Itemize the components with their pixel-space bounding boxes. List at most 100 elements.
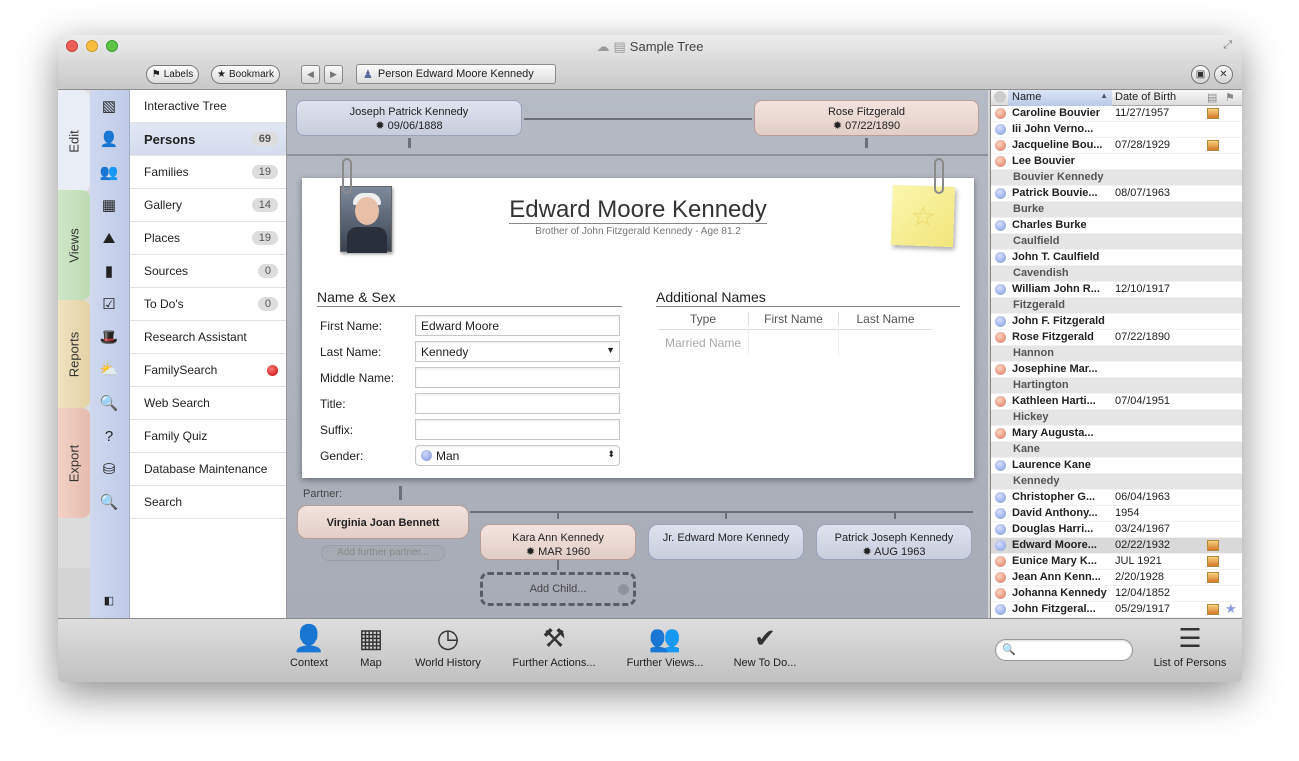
list-item[interactable]: Josephine Mar... [991,362,1242,378]
list-item[interactable]: Douglas Harri... 03/24/1967 [991,522,1242,538]
web-search-icon[interactable]: 🔍 [98,393,120,413]
list-item[interactable]: John T. Caulfield [991,250,1242,266]
sources-icon[interactable]: ▮ [98,261,120,281]
list-of-persons-button[interactable]: ☰ List of Persons [1148,623,1232,669]
list-group-header[interactable]: Hannon [991,346,1242,362]
list-item[interactable]: Rose Fitzgerald 07/22/1890 [991,330,1242,346]
list-item[interactable]: John F. Fitzgerald [991,314,1242,330]
familysearch-icon[interactable]: ⛅ [98,360,120,380]
sidebar-item-places[interactable]: Places 19 [130,222,286,255]
list-item[interactable]: Iii John Verno... [991,122,1242,138]
labels-button[interactable]: ⚑ Labels [146,65,199,84]
column-date-of-birth[interactable]: Date of Birth [1115,91,1176,103]
list-group-header[interactable]: Hickey [991,410,1242,426]
gallery-icon[interactable]: ▦ [98,195,120,215]
sidebar-item-familysearch[interactable]: FamilySearch [130,354,286,387]
sidebar-item-sources[interactable]: Sources 0 [130,255,286,288]
search-input[interactable]: 🔍 [995,639,1133,661]
research-icon[interactable]: 🎩 [98,327,120,347]
map-button[interactable]: ▦ Map [351,623,391,669]
persons-icon[interactable]: 👤 [98,129,120,149]
tab-export[interactable]: Export [58,408,90,518]
middle-name-field[interactable] [415,367,620,388]
quiz-icon[interactable]: ? [98,426,120,446]
list-group-header[interactable]: Fitzgerald [991,298,1242,314]
sidebar-item-persons[interactable]: Persons 69 [130,123,286,156]
further-actions-button[interactable]: ⚒ Further Actions... [504,623,604,669]
title-field[interactable] [415,393,620,414]
fullscreen-icon[interactable]: ⤢ [1223,39,1232,52]
todo-icon[interactable]: ☑ [98,294,120,314]
mother-card[interactable]: Rose Fitzgerald ✹ 07/22/1890 [754,100,979,136]
tab-reports[interactable]: Reports [58,300,90,408]
list-item[interactable]: Kathleen Harti... 07/04/1951 [991,394,1242,410]
list-item[interactable]: Lee Bouvier [991,154,1242,170]
sidebar-item-research-assistant[interactable]: Research Assistant [130,321,286,354]
column-name[interactable]: Name ▲ [1008,90,1112,106]
column-first-name[interactable]: First Name [748,312,838,326]
gender-select[interactable]: Man ⬍ [415,445,620,466]
bookmark-button[interactable]: ★ Bookmark [211,65,280,84]
forward-button[interactable]: ▶ [324,65,343,84]
chevron-down-icon[interactable]: ▼ [606,345,615,355]
list-item[interactable]: Mary Augusta... [991,426,1242,442]
list-group-header[interactable]: Kennedy [991,474,1242,490]
toggle-panel-button[interactable]: ▣ [1191,65,1210,84]
list-group-header[interactable]: Kane [991,442,1242,458]
database-icon[interactable]: ⛁ [98,459,120,479]
families-icon[interactable]: 👥 [98,162,120,182]
breadcrumb[interactable]: ♟ Person Edward Moore Kennedy [356,64,556,84]
places-icon[interactable]: ⛰ [98,228,120,248]
tree-icon[interactable]: ▧ [98,96,120,116]
column-type[interactable]: Type [658,312,748,326]
father-card[interactable]: Joseph Patrick Kennedy ✹ 09/06/1888 [296,100,522,136]
sidebar-item-interactive-tree[interactable]: Interactive Tree [130,90,286,123]
further-views-button[interactable]: 👥 Further Views... [621,623,709,669]
list-item[interactable]: Christopher G... 06/04/1963 [991,490,1242,506]
world-history-button[interactable]: ◷ World History [408,623,488,669]
sex-column-icon[interactable] [994,91,1006,103]
list-item[interactable]: Charles Burke [991,218,1242,234]
sidebar-item-gallery[interactable]: Gallery 14 [130,189,286,222]
sidebar-item-families[interactable]: Families 19 [130,156,286,189]
list-item[interactable]: Caroline Bouvier 11/27/1957 [991,106,1242,122]
search-icon[interactable]: 🔍 [98,492,120,512]
partner-card[interactable]: Virginia Joan Bennett [297,505,469,539]
list-group-header[interactable]: Cavendish [991,266,1242,282]
sidebar-item-family-quiz[interactable]: Family Quiz [130,420,286,453]
close-panel-button[interactable]: ✕ [1214,65,1233,84]
tab-views[interactable]: Views [58,190,90,300]
list-group-header[interactable]: Caulfield [991,234,1242,250]
list-item[interactable]: Jacqueline Bou... 07/28/1929 [991,138,1242,154]
list-item[interactable]: John Fitzgeral... 05/29/1917 ★ [991,601,1242,618]
add-child-button[interactable]: Add Child... [480,572,636,606]
suffix-field[interactable] [415,419,620,440]
collapse-sidebar-icon[interactable]: ◧ [98,590,120,610]
list-item[interactable]: Patrick Bouvie... 08/07/1963 [991,186,1242,202]
list-item[interactable]: Eunice Mary K... JUL 1921 [991,554,1242,570]
list-item[interactable]: Edward Moore... 02/22/1932 [991,538,1242,554]
married-name-row[interactable]: Married Name [658,336,748,350]
list-item[interactable]: Jean Ann Kenn... 2/20/1928 [991,570,1242,586]
list-item[interactable]: Laurence Kane [991,458,1242,474]
back-button[interactable]: ◀ [301,65,320,84]
flag-column-icon[interactable]: ⚑ [1225,91,1235,104]
stepper-icon[interactable]: ⬍ [607,449,615,460]
context-button[interactable]: 👤 Context [286,623,332,669]
child-card[interactable]: Jr. Edward More Kennedy [648,524,804,560]
sidebar-item-web-search[interactable]: Web Search [130,387,286,420]
list-group-header[interactable]: Hartington [991,378,1242,394]
tab-edit[interactable]: Edit [58,90,90,192]
column-last-name[interactable]: Last Name [838,312,932,326]
child-card[interactable]: Patrick Joseph Kennedy ✹ AUG 1963 [816,524,972,560]
sidebar-item-database-maintenance[interactable]: Database Maintenance [130,453,286,486]
list-item[interactable]: Johanna Kennedy 12/04/1852 [991,586,1242,602]
add-partner-button[interactable]: Add further partner... [321,545,445,561]
list-item[interactable]: William John R... 12/10/1917 [991,282,1242,298]
first-name-field[interactable]: Edward Moore [415,315,620,336]
child-card[interactable]: Kara Ann Kennedy ✹ MAR 1960 [480,524,636,560]
sidebar-item-todos[interactable]: To Do's 0 [130,288,286,321]
last-name-combo[interactable]: Kennedy ▼ [415,341,620,362]
list-item[interactable]: David Anthony... 1954 [991,506,1242,522]
list-group-header[interactable]: Bouvier Kennedy [991,170,1242,186]
